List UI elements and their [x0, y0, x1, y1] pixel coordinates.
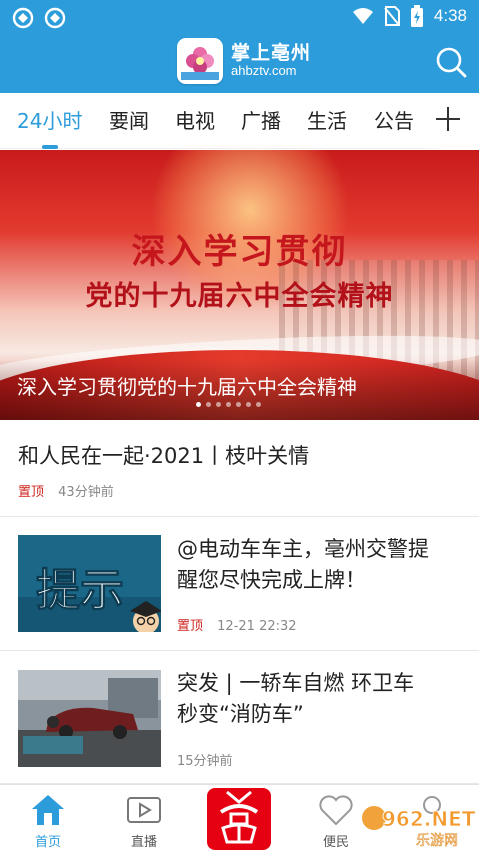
nav-live[interactable]: 直播 [104, 785, 184, 851]
carousel-dot[interactable] [236, 402, 241, 407]
banner-caption-bar: 深入学习贯彻党的十九届六中全会精神 [0, 360, 479, 420]
news-title: 和人民在一起·2021丨枝叶关情 [18, 444, 310, 468]
tab-tv[interactable]: 电视 [175, 93, 215, 149]
search-icon[interactable] [435, 46, 467, 78]
app-header: 4:38 掌上亳州 ahbztv.com [0, 0, 479, 93]
wifi-icon [352, 8, 373, 24]
nav-home[interactable]: 首页 [8, 785, 88, 851]
news-title-line-1: 突发 | 一轿车自燃 环卫车 [177, 671, 415, 695]
banner-carousel[interactable]: 深入学习贯彻 党的十九届六中全会精神 深入学习贯彻党的十九届六中全会精神 [0, 150, 479, 420]
news-item-2[interactable]: 提示 @电动车车主，亳州交警提 醒您尽快完成上牌！ 置顶 12-21 22:32 [0, 517, 479, 651]
carousel-dot[interactable] [216, 402, 221, 407]
news-time: 43分钟前 [58, 485, 114, 500]
battery-icon [410, 5, 423, 27]
pin-badge: 置顶 [177, 619, 204, 634]
pin-badge: 置顶 [18, 485, 45, 500]
nav-home-label: 首页 [34, 835, 61, 850]
heart-icon [319, 795, 353, 826]
news-title: 突发 | 一轿车自燃 环卫车 秒变“消防车” [177, 668, 467, 730]
thumb-text: 提示 [36, 565, 124, 616]
app-logo-icon [177, 38, 223, 84]
news-title: @电动车车主，亳州交警提 醒您尽快完成上牌！ [177, 534, 467, 596]
sync-icon [12, 7, 34, 29]
news-meta: 置顶 43分钟前 [18, 481, 114, 500]
tab-life[interactable]: 生活 [307, 93, 347, 149]
news-time: 15分钟前 [177, 754, 233, 769]
active-tab-indicator [42, 145, 58, 149]
brand-logo: 掌上亳州 ahbztv.com [177, 38, 311, 84]
news-title-line-2: 秒变“消防车” [177, 702, 304, 726]
news-item-3[interactable]: 突发 | 一轿车自燃 环卫车 秒变“消防车” 15分钟前 [0, 651, 479, 784]
nav-live-label: 直播 [130, 835, 157, 850]
tab-radio[interactable]: 广播 [241, 93, 281, 149]
svg-text:962.NET: 962.NET [382, 807, 476, 831]
add-tab-icon[interactable] [435, 106, 461, 132]
category-tabs: 24小时 要闻 电视 广播 生活 公告 [0, 93, 479, 149]
news-title-line-1: @电动车车主，亳州交警提 [177, 537, 429, 561]
home-icon [32, 795, 64, 825]
banner-caption: 深入学习贯彻党的十九届六中全会精神 [17, 375, 357, 399]
news-time: 12-21 22:32 [217, 619, 297, 634]
news-thumbnail: 提示 [18, 535, 161, 632]
status-time: 4:38 [433, 6, 467, 25]
carousel-dots [196, 402, 261, 407]
center-app-button[interactable] [207, 788, 271, 850]
news-meta: 15分钟前 [177, 750, 233, 769]
carousel-dot[interactable] [256, 402, 261, 407]
news-title-line-2: 醒您尽快完成上牌！ [177, 568, 366, 592]
news-item-1[interactable]: 和人民在一起·2021丨枝叶关情 置顶 43分钟前 [0, 420, 479, 517]
news-meta: 置顶 12-21 22:32 [177, 615, 297, 634]
tab-headlines[interactable]: 要闻 [109, 93, 149, 149]
tab-24h[interactable]: 24小时 [17, 93, 82, 149]
sync-icon-2 [44, 7, 66, 29]
banner-headline-2: 党的十九届六中全会精神 [85, 281, 394, 312]
carousel-dot[interactable] [196, 402, 201, 407]
banner-headline-1: 深入学习贯彻 [131, 232, 348, 272]
status-bar: 4:38 [0, 0, 479, 34]
news-thumbnail [18, 670, 161, 767]
brand-url: ahbztv.com [231, 63, 297, 79]
no-sim-icon [384, 6, 400, 26]
watermark-logo: 962.NET 乐游网 [360, 798, 476, 849]
carousel-dot[interactable] [246, 402, 251, 407]
live-video-icon [127, 797, 161, 823]
tab-notice[interactable]: 公告 [374, 93, 414, 149]
carousel-dot[interactable] [206, 402, 211, 407]
center-logo-icon [219, 790, 259, 844]
carousel-dot[interactable] [226, 402, 231, 407]
brand-name: 掌上亳州 [231, 42, 312, 65]
svg-text:乐游网: 乐游网 [416, 833, 458, 848]
